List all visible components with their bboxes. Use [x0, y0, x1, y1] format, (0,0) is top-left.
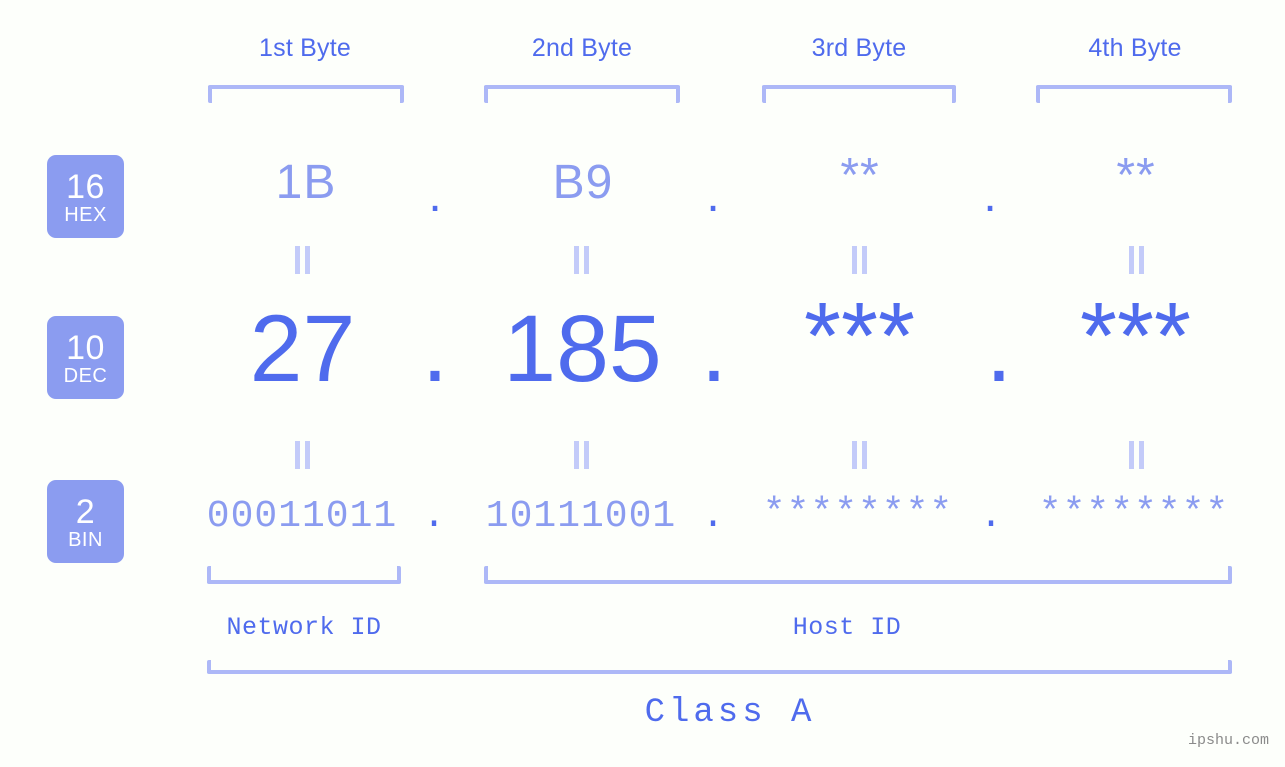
byte-bracket-1: [208, 85, 404, 103]
bin-separator-3: .: [979, 495, 1003, 538]
equals-symbol-dec-bin-4: [1125, 441, 1147, 469]
hex-separator-1: .: [428, 169, 442, 222]
byte-bracket-3: [762, 85, 956, 103]
byte-header-4: 4th Byte: [1088, 34, 1182, 62]
dec-byte-1: 27: [249, 296, 356, 402]
dec-separator-1: .: [421, 296, 449, 402]
bin-byte-1: 00011011: [206, 495, 398, 538]
byte-bracket-2: [484, 85, 680, 103]
byte-header-2: 2nd Byte: [531, 34, 633, 62]
bin-separator-1: .: [422, 495, 446, 538]
hex-separator-3: .: [983, 169, 997, 222]
hex-byte-2: B9: [552, 156, 614, 209]
base-badge-bin: 2 BIN: [47, 480, 124, 563]
hex-byte-3: **: [840, 149, 880, 202]
byte-bracket-4: [1036, 85, 1232, 103]
ip-address-breakdown-diagram: 1st Byte 2nd Byte 3rd Byte 4th Byte 16 H…: [0, 0, 1285, 767]
network-id-bracket: [207, 566, 401, 584]
base-badge-hex: 16 HEX: [47, 155, 124, 238]
bin-separator-2: .: [701, 495, 725, 538]
site-watermark: ipshu.com: [1187, 732, 1269, 749]
class-bracket: [207, 660, 1232, 674]
equals-symbol-hex-dec-1: [291, 246, 313, 274]
base-badge-hex-number: 16: [66, 167, 105, 206]
dec-byte-3: ***: [804, 283, 915, 389]
byte-header-1: 1st Byte: [259, 34, 351, 62]
bin-byte-4: ********: [1038, 492, 1230, 535]
base-badge-bin-number: 2: [75, 492, 96, 531]
base-badge-dec: 10 DEC: [47, 316, 124, 399]
hex-byte-1: 1B: [275, 156, 337, 209]
equals-symbol-hex-dec-3: [848, 246, 870, 274]
dec-separator-2: .: [700, 296, 728, 402]
equals-symbol-hex-dec-2: [570, 246, 592, 274]
equals-symbol-dec-bin-2: [570, 441, 592, 469]
base-badge-hex-name: HEX: [64, 203, 107, 226]
base-badge-dec-number: 10: [66, 328, 105, 367]
equals-symbol-dec-bin-3: [848, 441, 870, 469]
byte-header-3: 3rd Byte: [811, 34, 907, 62]
network-id-label: Network ID: [226, 613, 382, 642]
dec-byte-4: ***: [1080, 283, 1191, 389]
equals-symbol-dec-bin-1: [291, 441, 313, 469]
host-id-bracket: [484, 566, 1232, 584]
class-label: Class A: [644, 694, 816, 732]
dec-byte-2: 185: [503, 296, 662, 402]
base-badge-dec-name: DEC: [63, 364, 108, 387]
equals-symbol-hex-dec-4: [1125, 246, 1147, 274]
bin-byte-3: ********: [762, 492, 954, 535]
hex-separator-2: .: [706, 169, 720, 222]
host-id-label: Host ID: [792, 613, 902, 642]
bin-byte-2: 10111001: [485, 495, 677, 538]
hex-byte-4: **: [1116, 149, 1156, 202]
base-badge-bin-name: BIN: [68, 528, 103, 551]
